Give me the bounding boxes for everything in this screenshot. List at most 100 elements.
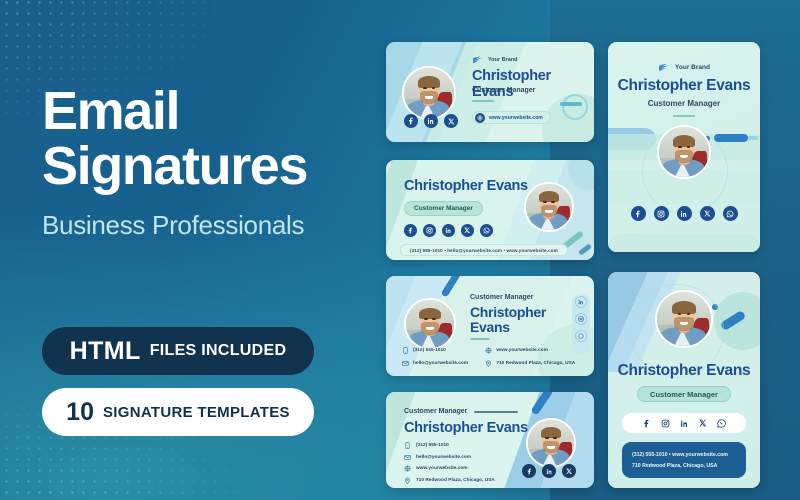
detail-email-text: hello@yourwebsite.com	[416, 454, 472, 460]
person-name: Christopher Evans	[470, 304, 547, 336]
feature-badges: HTML FILES INCLUDED 10 SIGNATURE TEMPLAT…	[42, 327, 314, 436]
person-role: Customer Manager	[650, 389, 718, 399]
detail-address: 710 Redwood Plaza, Chicago, USA	[485, 360, 582, 367]
linkedin-icon[interactable]	[442, 224, 455, 237]
facebook-icon[interactable]	[404, 224, 417, 237]
detail-address-text: 710 Redwood Plaza, Chicago, USA	[416, 477, 495, 483]
detail-website: www.yourwebsite.com	[404, 465, 495, 472]
person-name: Christopher Evans	[404, 178, 528, 194]
contact-line-text: (312) 555-1010 • hello@yourwebsite.com •…	[410, 247, 558, 253]
contact-details: (312) 555-1010 hello@yourwebsite.com www…	[404, 442, 495, 484]
facebook-icon[interactable]	[630, 206, 646, 221]
facebook-icon[interactable]	[404, 114, 418, 128]
detail-phone: (312) 555-1010	[404, 442, 495, 449]
whatsapp-icon[interactable]	[480, 224, 493, 237]
page-title: Email Signatures	[42, 81, 382, 194]
role-badge: Customer Manager	[608, 386, 760, 402]
facebook-icon[interactable]	[642, 419, 651, 428]
signature-card-horizontal-stacked-details[interactable]: Customer Manager Christopher Evans (312)…	[386, 392, 594, 488]
divider	[673, 115, 695, 117]
detail-address-text: 710 Redwood Plaza, Chicago, USA	[496, 361, 576, 366]
detail-phone: (312) 555-1010	[402, 347, 479, 354]
instagram-icon[interactable]	[653, 206, 669, 221]
x-twitter-icon[interactable]	[699, 206, 715, 221]
instagram-icon[interactable]	[575, 313, 587, 325]
x-twitter-icon[interactable]	[461, 224, 474, 237]
linkedin-icon[interactable]	[680, 419, 689, 428]
phone-icon	[405, 442, 410, 449]
avatar	[404, 298, 456, 350]
detail-address: 710 Redwood Plaza, Chicago, USA	[404, 477, 495, 484]
detail-email: hello@yourwebsite.com	[404, 454, 495, 461]
person-name-last: Evans	[470, 319, 510, 336]
social-links[interactable]	[404, 114, 458, 128]
social-links[interactable]	[608, 206, 760, 221]
signature-card-horizontal-badge[interactable]: Christopher Evans Customer Manager (312)…	[386, 160, 594, 260]
detail-phone-text: (312) 555-1010	[413, 348, 446, 353]
page-title-line-1: Email	[42, 81, 180, 141]
location-pin-icon	[486, 360, 492, 367]
signature-card-vertical-name-top[interactable]: Your Brand Christopher Evans Customer Ma…	[608, 42, 760, 252]
email-icon	[402, 361, 409, 366]
linkedin-icon[interactable]	[575, 296, 587, 308]
role-badge: Customer Manager	[404, 201, 483, 216]
person-name-first: Christopher	[470, 304, 547, 320]
signature-card-horizontal-details[interactable]: Customer Manager Christopher Evans (312)…	[386, 276, 594, 376]
contact-line-2: 710 Redwood Plaza, Chicago, USA	[632, 462, 718, 469]
brand-swoosh-icon	[659, 63, 669, 72]
role-row: Customer Manager	[404, 408, 519, 415]
detail-email-text: hello@yourwebsite.com	[413, 361, 469, 366]
detail-phone-text: (312) 555-1010	[416, 443, 449, 448]
x-twitter-icon[interactable]	[562, 464, 576, 478]
brand-name: Your Brand	[488, 57, 518, 63]
person-name: Christopher Evans	[472, 68, 551, 100]
social-links[interactable]	[404, 224, 493, 237]
signature-card-horizontal-brand[interactable]: Your Brand Christopher Evans Customer Ma…	[386, 42, 594, 142]
person-role: Customer Manager	[470, 294, 534, 301]
contact-panel: (312) 555-1010 • www.yourwebsite.com 710…	[622, 442, 746, 478]
website-text: www.yourwebsite.com	[489, 114, 543, 121]
contact-details: (312) 555-1010 www.yourwebsite.com hello…	[402, 347, 582, 367]
phone-icon	[403, 347, 408, 354]
x-twitter-icon[interactable]	[699, 419, 707, 427]
avatar	[526, 418, 576, 468]
location-pin-icon	[405, 477, 410, 484]
linkedin-icon[interactable]	[424, 114, 438, 128]
brand-name: Your Brand	[675, 64, 710, 71]
whatsapp-icon[interactable]	[575, 330, 587, 342]
x-twitter-icon[interactable]	[444, 114, 458, 128]
person-role: Customer Manager	[647, 99, 721, 108]
linkedin-icon[interactable]	[676, 206, 692, 221]
whatsapp-icon[interactable]	[722, 206, 738, 221]
social-links[interactable]	[575, 296, 587, 342]
instagram-icon[interactable]	[661, 419, 670, 428]
brand-swoosh-icon	[473, 56, 482, 64]
globe-icon	[485, 347, 492, 354]
avatar	[657, 125, 711, 179]
detail-website: www.yourwebsite.com	[485, 347, 582, 354]
globe-icon	[404, 465, 411, 472]
signature-card-vertical-avatar-top[interactable]: Christopher Evans Customer Manager (312)…	[608, 272, 760, 488]
social-links[interactable]	[522, 464, 576, 478]
avatar	[402, 66, 456, 120]
page-subtitle: Business Professionals	[42, 210, 305, 241]
detail-website-text: www.yourwebsite.com	[496, 348, 548, 353]
website-pill[interactable]: www.yourwebsite.com	[472, 111, 551, 124]
badge-html-rest: FILES INCLUDED	[149, 342, 287, 359]
facebook-icon[interactable]	[522, 464, 536, 478]
badge-html-strong: HTML	[69, 336, 141, 365]
divider	[474, 410, 519, 413]
person-name: Christopher Evans	[404, 420, 528, 436]
brand-lockup: Your Brand	[608, 62, 760, 73]
badge-count-strong: 10	[66, 397, 94, 426]
whatsapp-icon[interactable]	[717, 418, 726, 428]
person-role: Customer Manager	[414, 205, 473, 212]
avatar	[524, 182, 574, 232]
status-badge-html-files: HTML FILES INCLUDED	[42, 327, 314, 375]
social-links[interactable]	[622, 413, 746, 433]
instagram-icon[interactable]	[423, 224, 436, 237]
linkedin-icon[interactable]	[542, 464, 556, 478]
person-name: Christopher Evans	[617, 362, 751, 379]
person-role: Customer Manager	[404, 408, 468, 415]
person-name: Christopher Evans	[617, 77, 751, 94]
